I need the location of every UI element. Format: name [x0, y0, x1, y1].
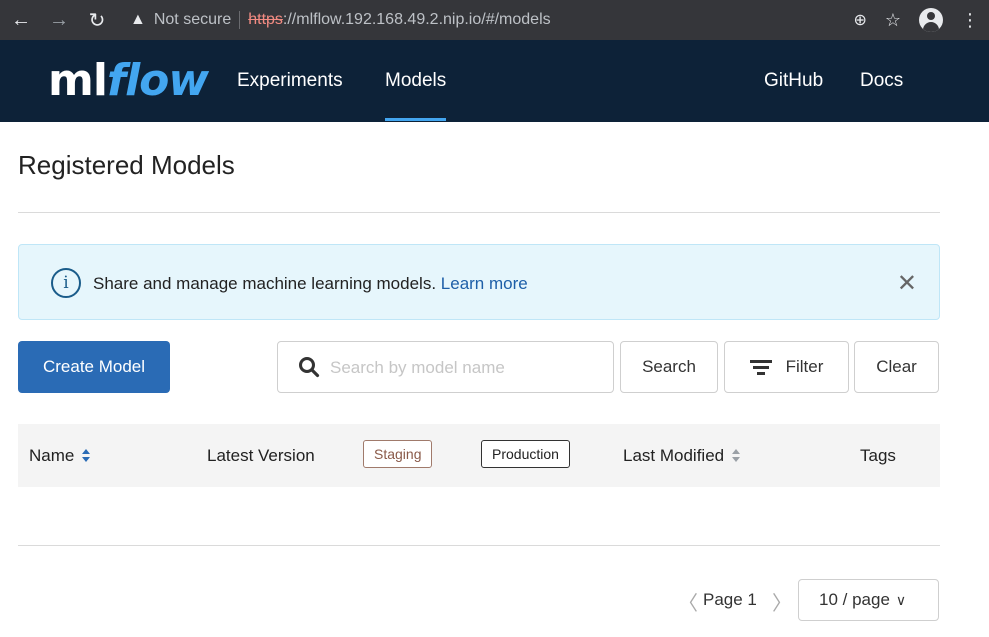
- clear-button[interactable]: Clear: [854, 341, 939, 393]
- title-divider: [18, 212, 940, 213]
- nav-docs[interactable]: Docs: [860, 70, 903, 92]
- page-size-value: 10 / page: [819, 590, 890, 609]
- forward-arrow-icon[interactable]: →: [42, 3, 76, 37]
- next-page-icon[interactable]: 〉: [772, 587, 792, 616]
- banner-text: Share and manage machine learning models…: [93, 274, 441, 293]
- url-scheme: https: [248, 11, 283, 28]
- column-tags: Tags: [860, 446, 896, 465]
- column-last-modified[interactable]: Last Modified: [623, 446, 741, 466]
- column-name[interactable]: Name: [29, 446, 91, 466]
- page-indicator[interactable]: Page 1: [703, 590, 757, 610]
- filter-icon: [749, 359, 772, 375]
- not-secure-label: Not secure: [153, 11, 232, 28]
- staging-badge: Staging: [363, 440, 433, 468]
- app-header: mlflow Experiments Models GitHub Docs: [0, 40, 989, 122]
- info-icon: i: [51, 268, 81, 298]
- filter-button[interactable]: Filter: [724, 341, 849, 393]
- browser-toolbar: ← → ↻ ▲ Not secure https://mlflow.192.16…: [0, 0, 989, 40]
- nav-models[interactable]: Models: [385, 70, 447, 121]
- sort-icon[interactable]: [732, 449, 741, 463]
- page-title: Registered Models: [18, 150, 235, 180]
- back-arrow-icon[interactable]: ←: [4, 3, 38, 37]
- zoom-icon[interactable]: ⊕: [853, 10, 866, 30]
- learn-more-link[interactable]: Learn more: [441, 274, 528, 293]
- url-text: ://mlflow.192.168.49.2.nip.io/#/models: [282, 11, 551, 28]
- close-icon[interactable]: ✕: [897, 269, 917, 298]
- browser-actions: ⊕ ☆ ⋮: [853, 0, 979, 40]
- warning-icon: ▲: [130, 11, 146, 28]
- nav-experiments[interactable]: Experiments: [237, 70, 343, 92]
- chevron-down-icon: ∨: [895, 591, 907, 608]
- filter-label: Filter: [785, 357, 824, 376]
- search-button[interactable]: Search: [620, 341, 718, 393]
- models-table-header: Name Latest Version Staging Production L…: [18, 424, 940, 487]
- production-badge: Production: [481, 440, 570, 468]
- profile-avatar-icon[interactable]: [919, 8, 943, 32]
- menu-kebab-icon[interactable]: ⋮: [961, 10, 979, 31]
- nav-github[interactable]: GitHub: [764, 70, 823, 92]
- column-latest-version: Latest Version: [207, 446, 315, 465]
- sort-icon[interactable]: [82, 449, 91, 463]
- reload-icon[interactable]: ↻: [80, 3, 114, 37]
- search-icon: [299, 357, 320, 378]
- table-bottom-divider: [18, 545, 940, 546]
- mlflow-logo[interactable]: mlflow: [48, 54, 209, 108]
- page-size-select[interactable]: 10 / page ∨: [798, 579, 939, 621]
- create-model-button[interactable]: Create Model: [18, 341, 170, 393]
- address-separator: [239, 11, 241, 29]
- search-box: [277, 341, 614, 393]
- search-input[interactable]: [330, 355, 600, 381]
- banner-message: Share and manage machine learning models…: [93, 274, 528, 294]
- star-icon[interactable]: ☆: [885, 10, 901, 31]
- prev-page-icon[interactable]: 〈: [678, 587, 698, 616]
- info-banner: i Share and manage machine learning mode…: [18, 244, 940, 320]
